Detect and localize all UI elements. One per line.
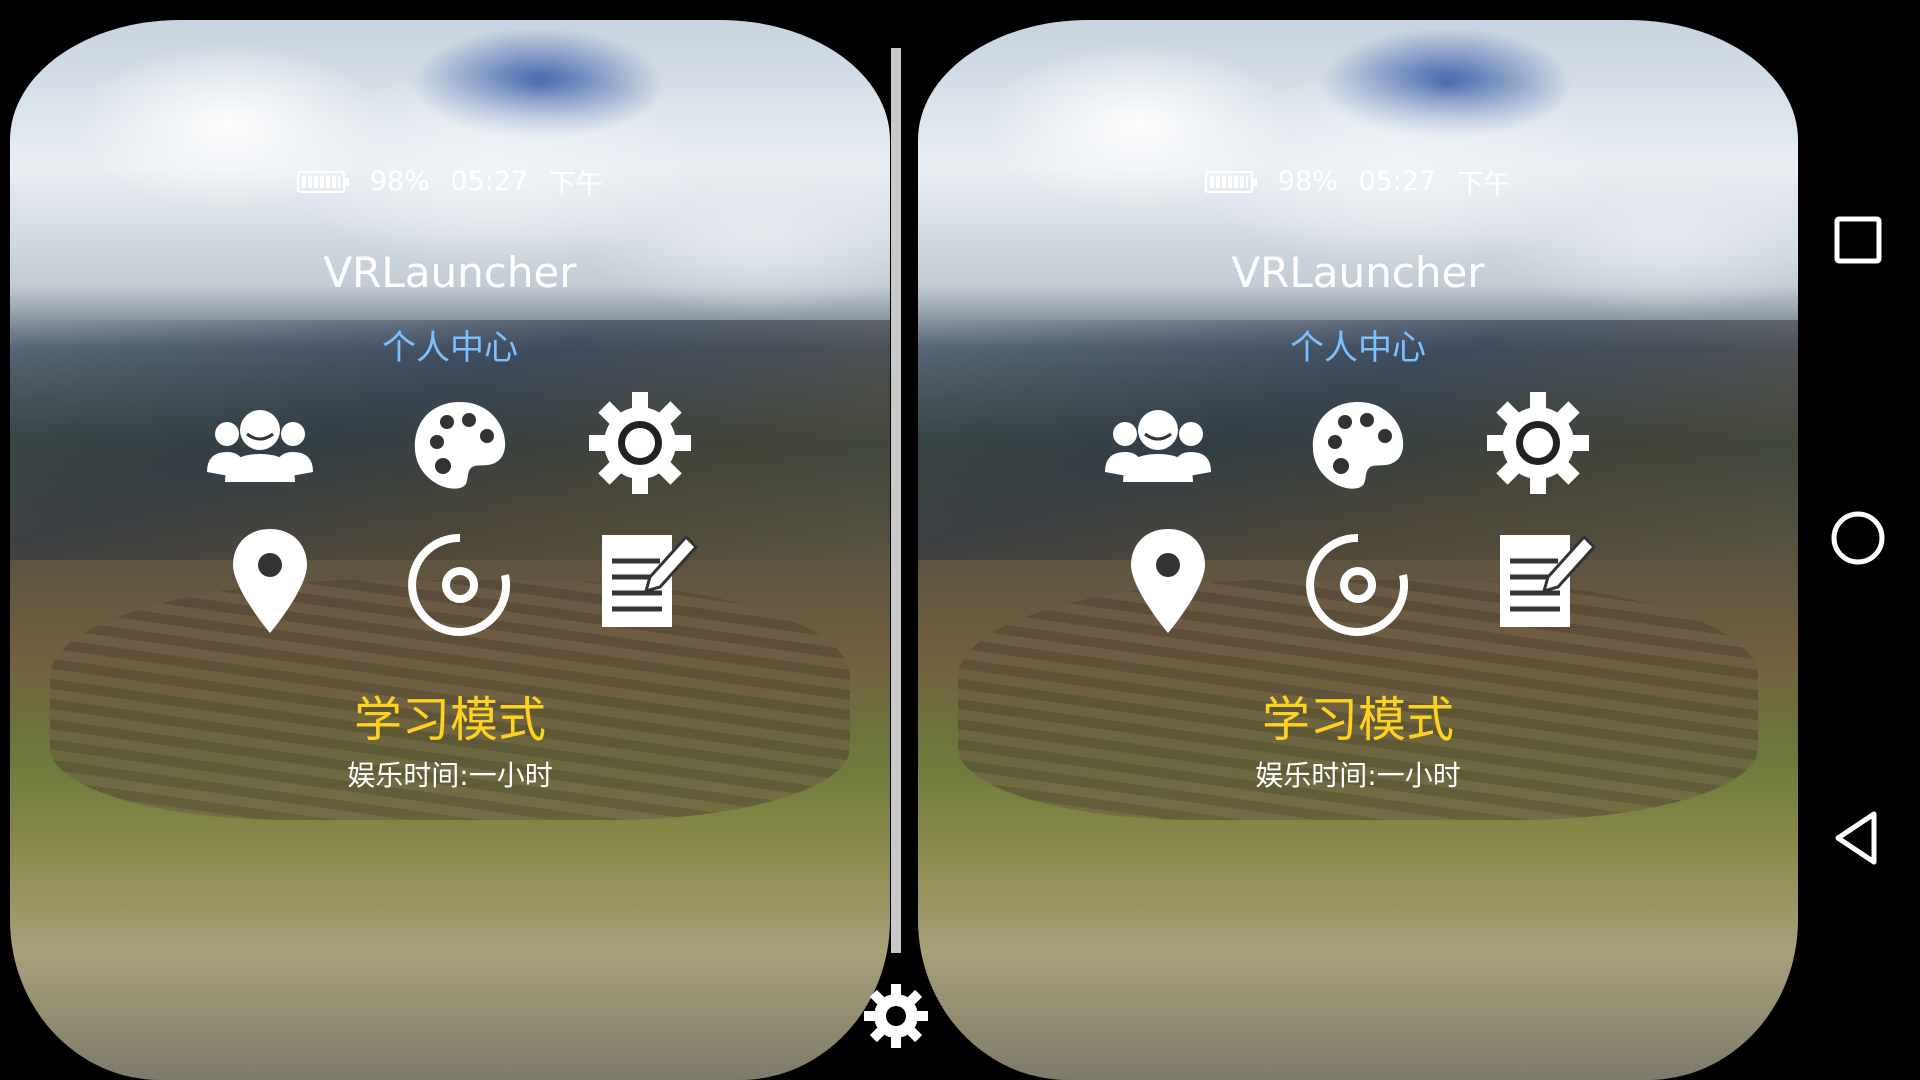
- record-icon[interactable]: [405, 530, 515, 640]
- notes-edit-icon[interactable]: [590, 525, 700, 635]
- battery-icon: [1205, 170, 1258, 193]
- entertainment-time-label: 娱乐时间:一小时: [347, 759, 553, 792]
- vr-left-eye: 98% 05:27 下午 VRLauncher 个人中心 学习模式 娱乐时间:一…: [10, 20, 890, 1080]
- location-pin-icon[interactable]: [215, 525, 325, 635]
- learning-mode-label[interactable]: 学习模式: [918, 680, 1798, 750]
- home-icon: [1831, 511, 1885, 565]
- battery-icon: [297, 170, 350, 193]
- battery-percent: 98%: [1277, 166, 1338, 197]
- status-bar: 98% 05:27 下午: [918, 162, 1798, 201]
- clock-period: 下午: [1456, 169, 1511, 200]
- users-icon[interactable]: [1103, 392, 1213, 502]
- vr-settings-gear-icon[interactable]: [862, 982, 930, 1050]
- battery-percent: 98%: [369, 166, 430, 197]
- palette-icon[interactable]: [1303, 392, 1413, 502]
- users-icon[interactable]: [205, 392, 315, 502]
- settings-gear-icon[interactable]: [1483, 388, 1593, 498]
- personal-center-link[interactable]: 个人中心: [918, 320, 1798, 369]
- app-title: VRLauncher: [1231, 248, 1485, 297]
- back-icon: [1835, 811, 1877, 865]
- personal-center-link[interactable]: 个人中心: [10, 320, 890, 369]
- status-bar: 98% 05:27 下午: [10, 162, 890, 201]
- notes-edit-icon[interactable]: [1488, 525, 1598, 635]
- back-button[interactable]: [1798, 778, 1918, 898]
- recent-apps-icon: [1834, 216, 1882, 264]
- learning-mode-label[interactable]: 学习模式: [10, 680, 890, 750]
- palette-icon[interactable]: [405, 392, 515, 502]
- recent-apps-button[interactable]: [1798, 180, 1918, 300]
- eye-divider: [891, 48, 901, 953]
- entertainment-time-label: 娱乐时间:一小时: [1255, 759, 1461, 792]
- home-button[interactable]: [1798, 478, 1918, 598]
- record-icon[interactable]: [1303, 530, 1413, 640]
- clock-time: 05:27: [1358, 166, 1437, 197]
- app-title: VRLauncher: [323, 248, 577, 297]
- clock-period: 下午: [548, 169, 603, 200]
- vr-right-eye: 98% 05:27 下午 VRLauncher 个人中心 学习模式 娱乐时间:一…: [918, 20, 1798, 1080]
- location-pin-icon[interactable]: [1113, 525, 1223, 635]
- settings-gear-icon[interactable]: [585, 388, 695, 498]
- clock-time: 05:27: [450, 166, 529, 197]
